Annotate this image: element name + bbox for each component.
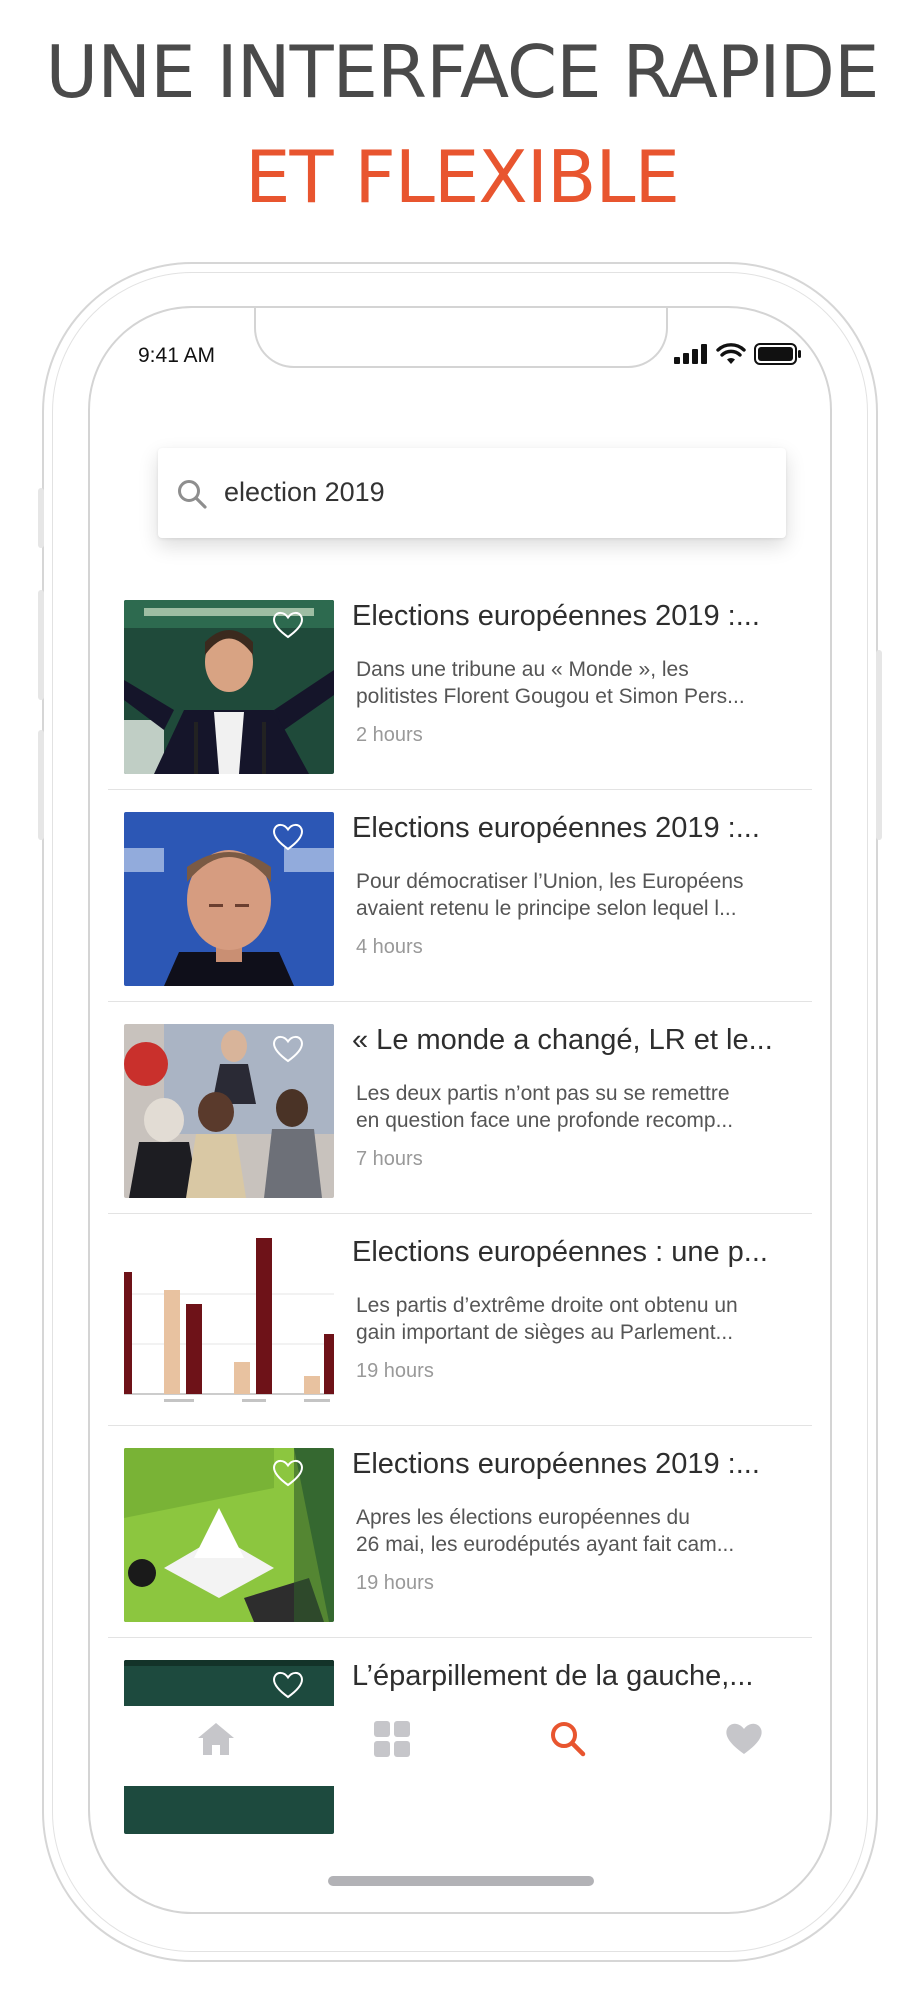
article-description-line-2: 26 mai, les eurodéputés ayant fait cam..… <box>356 1533 735 1556</box>
article-title[interactable]: Elections européennes 2019 :... <box>352 812 802 845</box>
heart-icon[interactable] <box>271 1034 305 1064</box>
notch <box>254 308 668 368</box>
wifi-icon <box>716 343 746 364</box>
article-title[interactable]: « Le monde a changé, LR et le... <box>352 1024 802 1057</box>
heart-icon <box>726 1723 762 1754</box>
heart-icon[interactable] <box>271 1670 305 1700</box>
headline-line-2: ET FLEXIBLE <box>245 135 680 219</box>
article-description-line-1: Les partis d’extrême droite ont obtenu u… <box>356 1294 738 1317</box>
tab-home[interactable] <box>186 1714 246 1764</box>
heart-icon[interactable] <box>271 822 305 852</box>
mute-switch <box>38 488 44 548</box>
article-description-line-1: Les deux partis n’ont pas su se remettre <box>356 1082 730 1105</box>
article-title[interactable]: Elections européennes : une p... <box>352 1236 802 1269</box>
tab-favorites[interactable] <box>714 1714 774 1764</box>
article-description-line-1: Apres les élections européennes du <box>356 1506 690 1529</box>
volume-up-button <box>38 590 44 700</box>
volume-down-button <box>38 730 44 840</box>
search-icon <box>178 480 207 509</box>
heart-icon[interactable] <box>271 610 305 640</box>
tab-bar <box>90 1706 830 1786</box>
article-title[interactable]: L’éparpillement de la gauche,... <box>352 1660 802 1693</box>
article-description: Les deux partis n’ont pas su se remettre… <box>356 1080 802 1134</box>
article-timestamp: 19 hours <box>356 1360 434 1382</box>
article-description-line-1: Dans une tribune au « Monde », les <box>356 658 689 681</box>
tab-search[interactable] <box>538 1714 598 1764</box>
home-icon <box>198 1723 234 1755</box>
status-time: 9:41 AM <box>138 344 216 367</box>
article-timestamp: 4 hours <box>356 936 423 958</box>
headline-line-1: UNE INTERFACE RAPIDE <box>45 30 880 114</box>
article-description: Dans une tribune au « Monde », les polit… <box>356 656 802 710</box>
article-item[interactable]: Elections européennes 2019 :... Dans une… <box>108 578 812 790</box>
article-timestamp: 7 hours <box>356 1148 423 1170</box>
signal-icon <box>674 344 707 364</box>
article-item[interactable]: Elections européennes : une p... Les par… <box>108 1214 812 1426</box>
article-thumbnail <box>124 1236 334 1410</box>
article-item[interactable]: « Le monde a changé, LR et le... Les deu… <box>108 1002 812 1214</box>
article-description-line-2: gain important de sièges au Parlement... <box>356 1321 734 1344</box>
article-timestamp: 2 hours <box>356 724 423 746</box>
status-icons <box>674 342 802 366</box>
article-description-line-2: politistes Florent Gougou et Simon Pers.… <box>356 685 745 708</box>
article-title[interactable]: Elections européennes 2019 :... <box>352 600 802 633</box>
search-query-text[interactable]: election 2019 <box>224 477 385 508</box>
search-icon <box>551 1722 586 1757</box>
home-indicator[interactable] <box>328 1876 594 1886</box>
article-description: Pour démocratiser l’Union, les Européens… <box>356 868 802 922</box>
article-timestamp: 19 hours <box>356 1572 434 1594</box>
article-description-line-1: Pour démocratiser l’Union, les Européens <box>356 870 744 893</box>
article-description: Les partis d’extrême droite ont obtenu u… <box>356 1292 802 1346</box>
article-description-line-2: en question face une profonde recomp... <box>356 1109 734 1132</box>
article-description: Apres les élections européennes du 26 ma… <box>356 1504 802 1558</box>
power-button <box>876 650 882 840</box>
tab-categories[interactable] <box>362 1714 422 1764</box>
article-description-line-2: avaient retenu le principe selon lequel … <box>356 897 737 920</box>
heart-icon[interactable] <box>271 1458 305 1488</box>
article-title[interactable]: Elections européennes 2019 :... <box>352 1448 802 1481</box>
grid-icon <box>374 1721 410 1757</box>
article-item[interactable]: Elections européennes 2019 :... Apres le… <box>108 1426 812 1638</box>
search-bar[interactable]: election 2019 <box>158 448 786 538</box>
article-item[interactable]: Elections européennes 2019 :... Pour dém… <box>108 790 812 1002</box>
battery-icon <box>754 343 801 365</box>
phone-screen: 9:41 AM election 2019 Elections européen… <box>88 306 832 1914</box>
